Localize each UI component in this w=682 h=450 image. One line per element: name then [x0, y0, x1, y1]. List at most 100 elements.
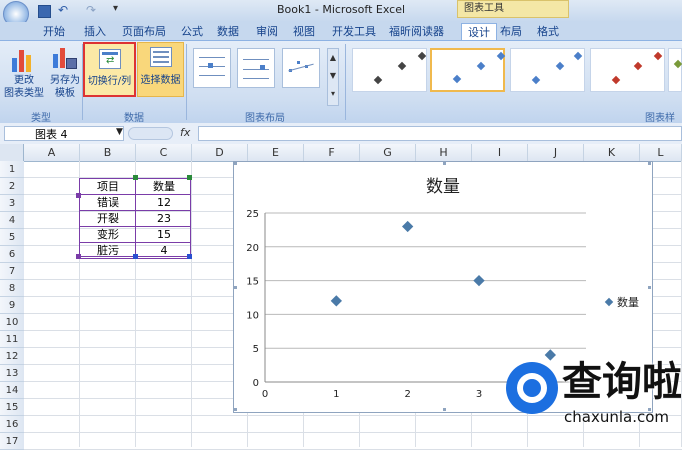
change-chart-type-label-2: 图表类型	[4, 88, 44, 99]
chart-resize-handle	[234, 162, 237, 165]
row-header[interactable]: 2	[0, 178, 24, 195]
range-handle[interactable]	[133, 175, 138, 180]
row-header[interactable]: 3	[0, 195, 24, 212]
column-header[interactable]: I	[472, 144, 528, 161]
table-cell[interactable]: 4	[136, 242, 192, 259]
change-chart-type-button[interactable]: 更改 图表类型	[2, 74, 46, 100]
chart-tools-context-label: 图表工具	[457, 0, 569, 18]
row-header[interactable]: 8	[0, 280, 24, 297]
select-data-button[interactable]: 选择数据	[137, 42, 184, 97]
tab-1[interactable]: 插入	[84, 23, 106, 40]
save-as-template-button[interactable]: 另存为 模板	[46, 74, 84, 100]
tab-6[interactable]: 视图	[293, 23, 315, 40]
row-header[interactable]: 16	[0, 416, 24, 433]
range-handle[interactable]	[187, 175, 192, 180]
tab-7[interactable]: 开发工具	[332, 23, 376, 40]
table-cell[interactable]: 23	[136, 210, 192, 227]
tab-3[interactable]: 公式	[181, 23, 203, 40]
insert-function-icon[interactable]: fx	[180, 126, 198, 139]
chart-style-option-3[interactable]	[510, 48, 585, 92]
chart-style-option-4[interactable]	[590, 48, 665, 92]
tab-0[interactable]: 开始	[43, 23, 65, 40]
chart-layout-option-2[interactable]	[237, 48, 275, 88]
switch-row-column-icon: ⇄	[99, 49, 121, 69]
switch-row-column-button[interactable]: ⇄ 切换行/列	[83, 42, 136, 97]
table-cell[interactable]: 开裂	[80, 210, 136, 227]
tab-8[interactable]: 福昕阅读器	[389, 23, 444, 40]
column-header[interactable]: F	[304, 144, 360, 161]
select-all-corner[interactable]	[0, 144, 24, 161]
name-box[interactable]: 图表 4	[4, 126, 124, 141]
range-handle[interactable]	[76, 254, 81, 259]
row-header[interactable]: 17	[0, 433, 24, 450]
y-tick-label: 10	[246, 310, 259, 321]
table-cell[interactable]: 脏污	[80, 242, 136, 259]
row-header[interactable]: 6	[0, 246, 24, 263]
row-header[interactable]: 4	[0, 212, 24, 229]
range-handle[interactable]	[76, 193, 81, 198]
x-tick-label: 3	[476, 389, 482, 400]
row-header[interactable]: 1	[0, 161, 24, 178]
chart-resize-handle	[648, 162, 651, 165]
x-tick-label: 1	[333, 389, 339, 400]
range-handle[interactable]	[187, 254, 192, 259]
tab-2[interactable]: 页面布局	[122, 23, 166, 40]
row-header[interactable]: 13	[0, 365, 24, 382]
tab-5[interactable]: 审阅	[256, 23, 278, 40]
column-header[interactable]: L	[640, 144, 682, 161]
column-header[interactable]: K	[584, 144, 640, 161]
save-as-template-label-2: 模板	[55, 88, 75, 99]
column-header[interactable]: G	[360, 144, 416, 161]
y-tick-label: 20	[246, 243, 259, 254]
chart-layout-scroll-icon[interactable]: ▲ ▼ ▾	[327, 48, 339, 106]
table-header-cell[interactable]: 数量	[136, 178, 192, 195]
column-header[interactable]: C	[136, 144, 192, 161]
table-header-cell[interactable]: 项目	[80, 178, 136, 195]
ribbon-separator	[345, 44, 346, 120]
tab-9[interactable]: 设计	[461, 23, 497, 41]
column-header[interactable]: H	[416, 144, 472, 161]
table-cell[interactable]: 变形	[80, 226, 136, 243]
switch-row-column-label: 切换行/列	[87, 76, 132, 87]
row-header[interactable]: 14	[0, 382, 24, 399]
column-header[interactable]: E	[248, 144, 304, 161]
group-label-chart-styles: 图表样	[645, 113, 675, 124]
row-header[interactable]: 7	[0, 263, 24, 280]
chart-style-option-5[interactable]	[668, 48, 682, 92]
chart-layout-option-3[interactable]	[282, 48, 320, 88]
name-box-dropdown-icon[interactable]: ▼	[116, 127, 123, 137]
watermark-logo: 查询啦 chaxunla.com	[500, 356, 682, 436]
formula-input[interactable]	[198, 126, 682, 141]
group-label-chart-layout: 图表布局	[245, 113, 285, 124]
watermark-text: 查询啦	[562, 359, 682, 405]
chart-style-option-1[interactable]	[352, 48, 427, 92]
watermark-search-icon	[506, 362, 558, 414]
chart-style-option-2[interactable]	[430, 48, 506, 92]
tab-11[interactable]: 格式	[537, 23, 559, 40]
range-handle[interactable]	[133, 254, 138, 259]
save-as-template-label-1: 另存为	[50, 75, 80, 86]
column-header[interactable]: A	[24, 144, 80, 161]
column-header[interactable]: D	[192, 144, 248, 161]
data-point	[402, 220, 414, 233]
chart-resize-handle	[443, 408, 446, 411]
chart-resize-handle	[443, 162, 446, 165]
formula-bar-separator	[128, 127, 173, 140]
row-header[interactable]: 9	[0, 297, 24, 314]
table-cell[interactable]: 错误	[80, 194, 136, 211]
row-header[interactable]: 11	[0, 331, 24, 348]
legend-marker	[604, 297, 614, 307]
table-cell[interactable]: 12	[136, 194, 192, 211]
column-header[interactable]: B	[80, 144, 136, 161]
row-header[interactable]: 12	[0, 348, 24, 365]
tab-4[interactable]: 数据	[217, 23, 239, 40]
row-header[interactable]: 15	[0, 399, 24, 416]
row-header[interactable]: 10	[0, 314, 24, 331]
tab-10[interactable]: 布局	[500, 23, 522, 40]
table-cell[interactable]: 15	[136, 226, 192, 243]
chart-layout-option-1[interactable]	[193, 48, 231, 88]
select-data-icon	[150, 47, 172, 67]
chart-resize-handle	[234, 408, 237, 411]
column-header[interactable]: J	[528, 144, 584, 161]
row-header[interactable]: 5	[0, 229, 24, 246]
